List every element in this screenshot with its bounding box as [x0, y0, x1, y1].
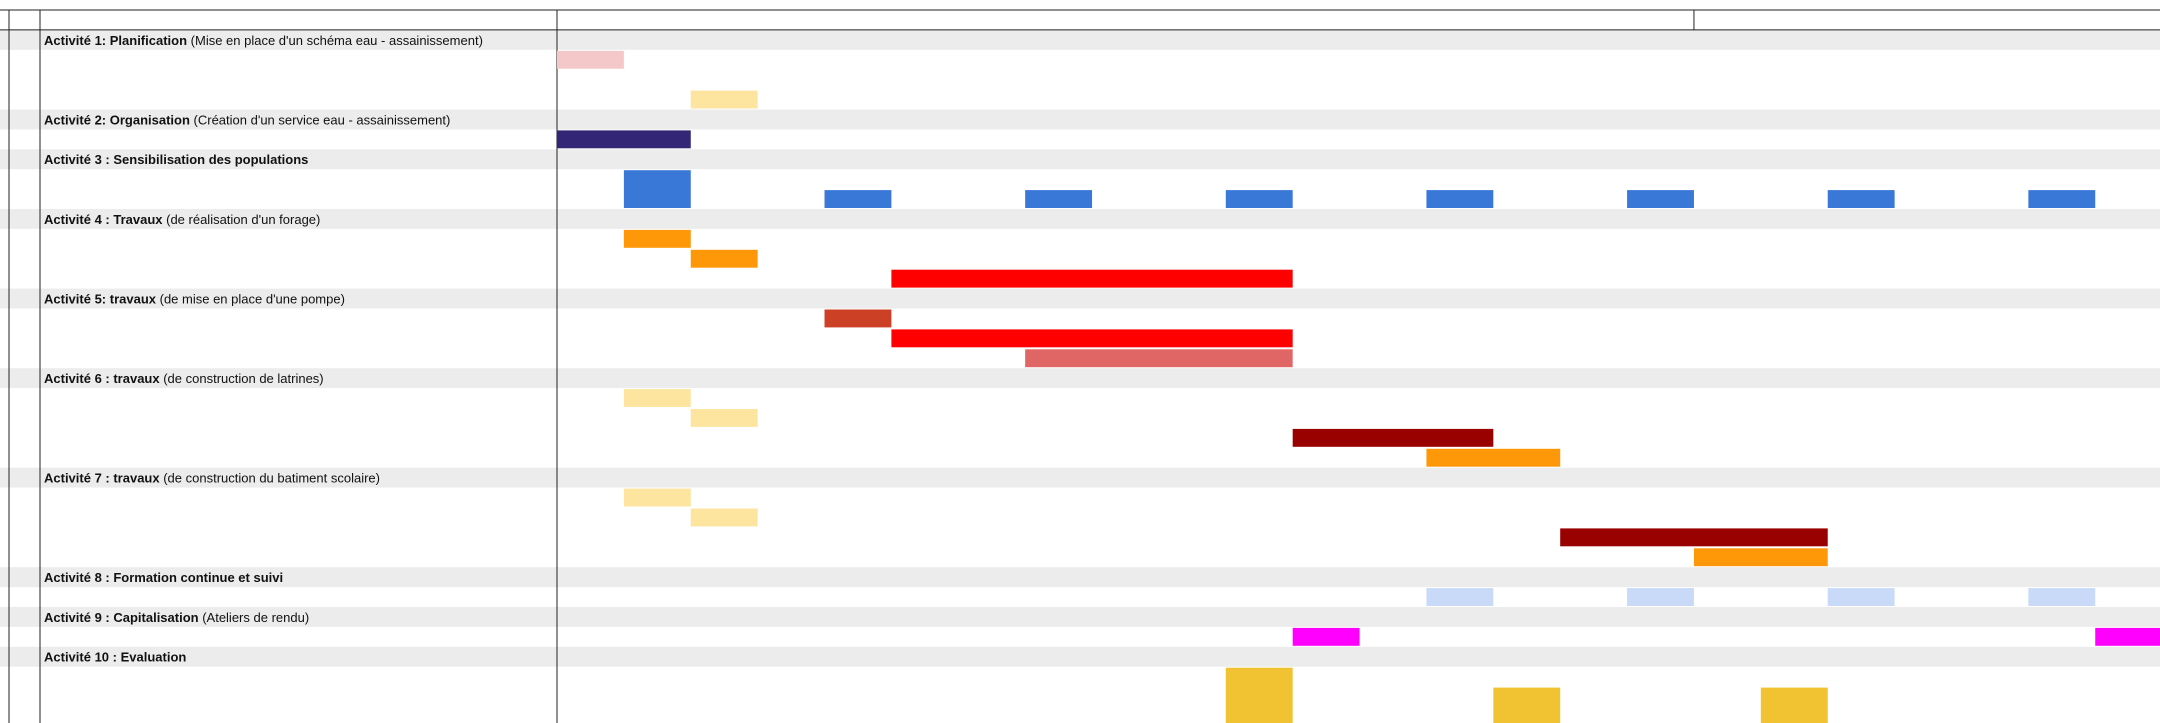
group-row-band: [0, 646, 2160, 667]
group-subtitle: (Création d'un service eau - assainissem…: [190, 112, 450, 127]
group-subtitle: (de mise en place d'une pompe): [156, 292, 345, 307]
group-title-text: Activité 4 : Travaux (de réalisation d'u…: [44, 212, 320, 227]
gantt-bar: [1426, 588, 1494, 606]
group-subtitle: (de construction du batiment scolaire): [160, 471, 380, 486]
gantt-bar: [557, 130, 691, 149]
gantt-bar: [1827, 190, 1895, 208]
gantt-bar: [1225, 190, 1293, 208]
gantt-bar: [891, 329, 1293, 348]
group-title-text: Activité 5: travaux (de mise en place d'…: [44, 292, 345, 307]
gantt-chart-svg: Activité 1: Planification (Mise en place…: [0, 9, 2160, 723]
group-title-text: Activité 3 : Sensibilisation des populat…: [44, 152, 308, 167]
gantt-bar: [824, 190, 892, 208]
gantt-bar: [1025, 190, 1093, 208]
group-title-text: Activité 9 : Capitalisation (Ateliers de…: [44, 610, 309, 625]
group-row-band: [0, 149, 2160, 170]
group-title-text: Activité 10 : Evaluation: [44, 650, 186, 665]
group-subtitle: (Mise en place d'un schéma eau - assaini…: [187, 33, 483, 48]
gantt-bar: [690, 508, 758, 527]
group-row-band: [0, 567, 2160, 588]
gantt-bar: [1225, 667, 1293, 723]
gantt-bar: [2028, 588, 2096, 606]
gantt-bar: [557, 50, 624, 69]
group-row-band: [0, 209, 2160, 229]
group-title: Activité 9 : Capitalisation: [44, 610, 199, 625]
gantt-chart: Activité 1: Planification (Mise en place…: [0, 0, 2160, 723]
gantt-bar: [1827, 588, 1895, 606]
group-title-text: Activité 7 : travaux (de construction du…: [44, 471, 380, 486]
gantt-bar: [1493, 687, 1561, 723]
gantt-bar: [623, 170, 691, 208]
gantt-bar: [1292, 627, 1360, 646]
gantt-bar: [623, 389, 691, 407]
group-title-text: Activité 8 : Formation continue et suivi: [44, 570, 283, 585]
group-title-text: Activité 6 : travaux (de construction de…: [44, 371, 324, 386]
group-title: Activité 7 : travaux: [44, 471, 160, 486]
group-title: Activité 3 : Sensibilisation des populat…: [44, 152, 308, 167]
gantt-bar: [623, 488, 691, 507]
gantt-bar: [1560, 528, 1828, 547]
group-subtitle: (Ateliers de rendu): [199, 610, 310, 625]
gantt-bar: [1760, 687, 1828, 723]
group-subtitle: (de construction de latrines): [160, 371, 324, 386]
gantt-bar: [1292, 428, 1494, 447]
group-row-band: [0, 368, 2160, 389]
gantt-bar: [1426, 190, 1494, 208]
gantt-bar: [690, 90, 758, 109]
gantt-bar: [1025, 349, 1293, 368]
group-title: Activité 6 : travaux: [44, 371, 160, 386]
group-title: Activité 5: travaux: [44, 292, 157, 307]
group-title: Activité 4 : Travaux: [44, 212, 163, 227]
gantt-bar: [2095, 627, 2160, 646]
gantt-bar: [690, 409, 758, 427]
group-subtitle: (de réalisation d'un forage): [163, 212, 321, 227]
gantt-bar: [2028, 190, 2096, 208]
gantt-bar: [1627, 588, 1694, 606]
gantt-bar: [690, 249, 758, 268]
group-row-band: [0, 607, 2160, 627]
group-title-text: Activité 1: Planification (Mise en place…: [44, 33, 483, 48]
gantt-bar: [1627, 190, 1694, 208]
group-title: Activité 8 : Formation continue et suivi: [44, 570, 283, 585]
gantt-bar: [1693, 548, 1828, 567]
gantt-bar: [1426, 448, 1561, 467]
group-title: Activité 1: Planification: [44, 33, 187, 48]
group-title-text: Activité 2: Organisation (Création d'un …: [44, 112, 450, 127]
gantt-bar: [891, 269, 1293, 288]
gantt-bar: [824, 309, 892, 328]
gantt-bar: [623, 229, 691, 248]
group-title: Activité 10 : Evaluation: [44, 650, 186, 665]
group-title: Activité 2: Organisation: [44, 112, 190, 127]
